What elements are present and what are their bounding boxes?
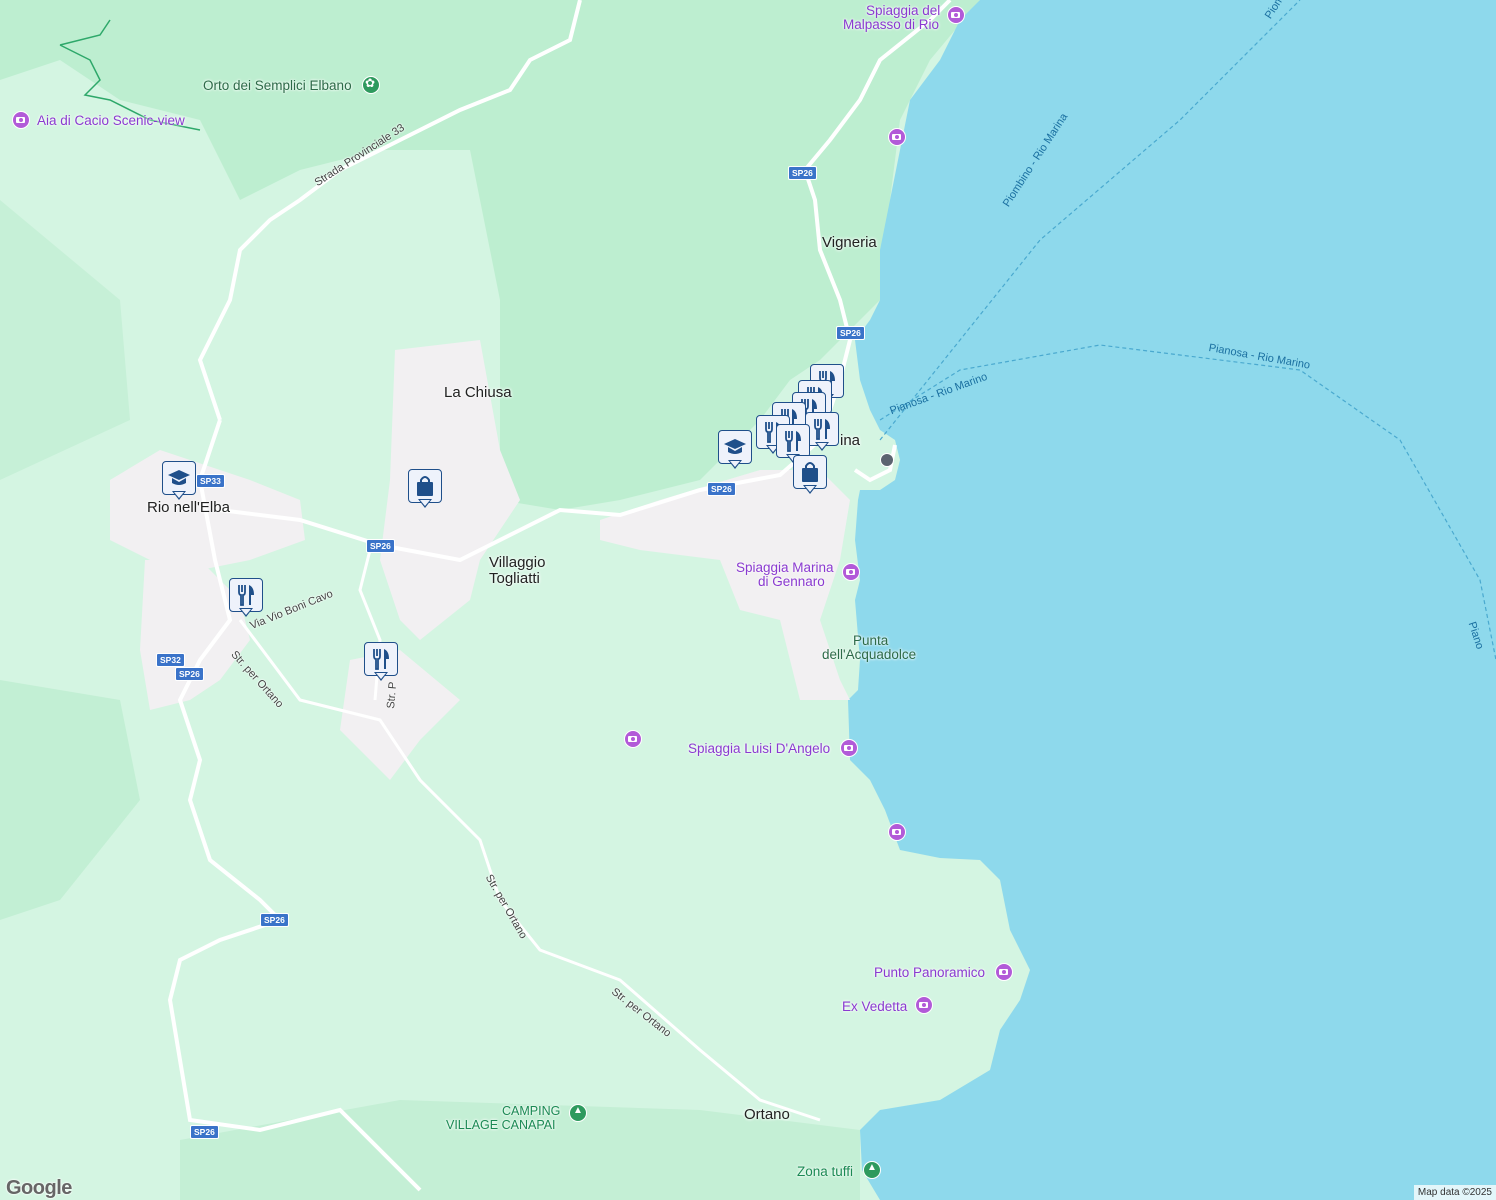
road-shield-sp26: SP26 — [707, 482, 736, 496]
school-marker[interactable] — [162, 461, 198, 505]
road-shield-sp26: SP26 — [366, 539, 395, 553]
graduation-cap-icon — [724, 439, 746, 454]
fork-knife-icon — [373, 649, 389, 670]
poi-label[interactable]: Aia di Cacio Scenic-view — [37, 113, 185, 128]
dive-spot-icon[interactable] — [863, 1161, 881, 1179]
fork-knife-icon — [785, 431, 801, 452]
shopping-bag-icon — [802, 462, 818, 482]
restaurant-marker[interactable] — [229, 578, 265, 622]
ferry-port-icon[interactable] — [880, 453, 894, 467]
poi-label[interactable]: Spiaggia Marina — [736, 560, 834, 575]
road-shield-sp26: SP26 — [836, 326, 865, 340]
road-shield-sp33: SP33 — [196, 474, 225, 488]
fork-knife-icon — [814, 419, 830, 440]
map-attribution[interactable]: Map data ©2025 — [1413, 1185, 1496, 1200]
road-shield-sp26: SP26 — [175, 667, 204, 681]
shopping-bag-icon — [417, 476, 433, 496]
poi-label[interactable]: Malpasso di Rio — [843, 17, 939, 32]
town-label: Villaggio — [489, 554, 546, 571]
poi-label: Punta — [853, 633, 889, 648]
road-shield-sp32: SP32 — [156, 653, 185, 667]
camera-icon[interactable] — [12, 111, 30, 129]
camping-tent-icon[interactable] — [569, 1104, 587, 1122]
fork-knife-icon — [238, 585, 254, 606]
poi-label[interactable]: Zona tuffi — [797, 1164, 853, 1179]
shopping-marker[interactable] — [793, 455, 829, 499]
poi-label[interactable]: VILLAGE CANAPAI — [446, 1118, 556, 1133]
poi-label[interactable]: Punto Panoramico — [874, 965, 985, 980]
town-label: La Chiusa — [444, 384, 512, 401]
road-shield-sp26: SP26 — [190, 1125, 219, 1139]
poi-label[interactable]: Spiaggia Luisi D'Angelo — [688, 741, 830, 756]
map-canvas[interactable] — [0, 0, 1496, 1200]
camera-icon[interactable] — [842, 563, 860, 581]
town-label: Togliatti — [489, 570, 540, 587]
camera-icon[interactable] — [947, 6, 965, 24]
flower-icon[interactable] — [362, 76, 380, 94]
poi-label[interactable]: Spiaggia del — [866, 3, 940, 18]
town-label: ina — [840, 432, 861, 449]
camera-icon[interactable] — [840, 739, 858, 757]
restaurant-marker[interactable] — [364, 642, 400, 686]
poi-label[interactable]: di Gennaro — [758, 574, 825, 589]
shopping-marker[interactable] — [408, 469, 444, 513]
google-logo: Google — [6, 1177, 72, 1199]
road-shield-sp26: SP26 — [788, 166, 817, 180]
town-label: Ortano — [744, 1106, 790, 1123]
camera-icon[interactable] — [915, 996, 933, 1014]
poi-label[interactable]: Orto dei Semplici Elbano — [203, 78, 352, 93]
poi-label[interactable]: Ex Vedetta — [842, 999, 907, 1014]
camera-icon[interactable] — [888, 823, 906, 841]
road-shield-sp26: SP26 — [260, 913, 289, 927]
town-label: Vigneria — [822, 234, 877, 251]
poi-label[interactable]: CAMPING — [502, 1104, 560, 1119]
graduation-cap-icon — [168, 470, 190, 485]
camera-icon[interactable] — [888, 128, 906, 146]
school-marker[interactable] — [718, 430, 754, 474]
camera-icon[interactable] — [624, 730, 642, 748]
poi-label: dell'Acquadolce — [822, 647, 917, 662]
camera-icon[interactable] — [995, 963, 1013, 981]
